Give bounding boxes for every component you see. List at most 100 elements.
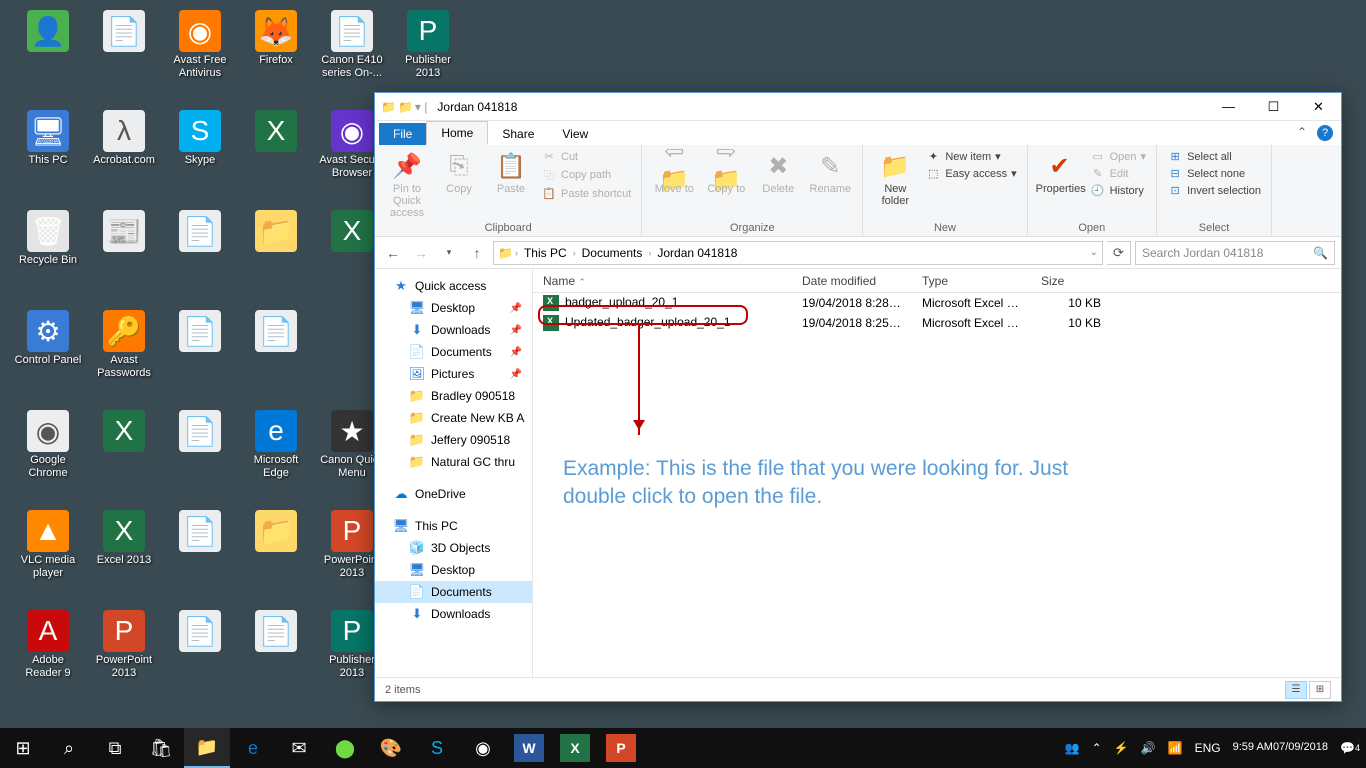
crumb-current[interactable]: Jordan 041818	[653, 246, 741, 260]
close-button[interactable]: ✕	[1296, 93, 1341, 121]
desktop-icon[interactable]: X	[90, 410, 158, 454]
nav-forward-button[interactable]: →	[409, 241, 433, 265]
nav-back-button[interactable]: ←	[381, 241, 405, 265]
desktop-icon[interactable]: XExcel 2013	[90, 510, 158, 567]
desktop-icon[interactable]: 📄	[242, 310, 310, 354]
delete-button[interactable]: ✖Delete	[754, 149, 802, 195]
clock[interactable]: 9:59 AM07/09/2018	[1227, 728, 1334, 768]
task-view-button[interactable]: ⧉	[92, 728, 138, 768]
desktop-icon[interactable]: ◉Google Chrome	[14, 410, 82, 479]
tree-item[interactable]: 📁Natural GC thru	[375, 451, 532, 473]
desktop-icon[interactable]: AAdobe Reader 9	[14, 610, 82, 679]
desktop-icon[interactable]: 📰	[90, 210, 158, 254]
tree-onedrive[interactable]: ☁OneDrive	[375, 483, 532, 505]
battery-icon[interactable]: ⚡	[1108, 728, 1135, 768]
tree-item[interactable]: ⬇Downloads	[375, 603, 532, 625]
crumb-documents[interactable]: Documents	[578, 246, 647, 260]
desktop-icon[interactable]: 📄	[90, 10, 158, 54]
crumb-thispc[interactable]: This PC	[520, 246, 571, 260]
people-icon[interactable]: 👥	[1059, 728, 1086, 768]
search-button[interactable]: ⌕	[46, 728, 92, 768]
desktop-icon[interactable]: 📄	[166, 210, 234, 254]
store-button[interactable]: 🛍	[138, 728, 184, 768]
desktop-icon[interactable]: ⚙Control Panel	[14, 310, 82, 367]
desktop-icon[interactable]: ▲VLC media player	[14, 510, 82, 579]
tree-item[interactable]: 📁Jeffery 090518	[375, 429, 532, 451]
mail-taskbar-button[interactable]: ✉	[276, 728, 322, 768]
col-type[interactable]: Type	[912, 274, 1031, 288]
desktop-icon[interactable]: 📄	[166, 610, 234, 654]
col-date[interactable]: Date modified	[792, 274, 912, 288]
excel-taskbar-button[interactable]: X	[560, 734, 590, 762]
desktop-icon[interactable]: ◉Avast Free Antivirus	[166, 10, 234, 79]
desktop-icon[interactable]: 📄	[166, 410, 234, 454]
paste-shortcut-button[interactable]: 📋Paste shortcut	[539, 186, 633, 201]
upwork-taskbar-button[interactable]: ⬤	[322, 728, 368, 768]
desktop-icon[interactable]: eMicrosoft Edge	[242, 410, 310, 479]
desktop-icon[interactable]: 🖥This PC	[14, 110, 82, 167]
desktop-icon[interactable]: 🗑Recycle Bin	[14, 210, 82, 267]
volume-icon[interactable]: 🔊	[1135, 728, 1162, 768]
wifi-icon[interactable]: 📶	[1162, 728, 1189, 768]
tray-chevron-icon[interactable]: ⌃	[1086, 728, 1108, 768]
desktop-icon[interactable]: 📁	[242, 510, 310, 554]
desktop-icon[interactable]: SSkype	[166, 110, 234, 167]
easy-access-button[interactable]: ⬚Easy access ▾	[923, 166, 1018, 181]
select-all-button[interactable]: ⊞Select all	[1165, 149, 1263, 164]
new-item-button[interactable]: ✦New item ▾	[923, 149, 1018, 164]
chrome-taskbar-button[interactable]: ◉	[460, 728, 506, 768]
tab-share[interactable]: Share	[488, 123, 548, 145]
desktop-icon[interactable]: PPublisher 2013	[394, 10, 462, 79]
collapse-ribbon-button[interactable]: ⌃	[1297, 125, 1307, 141]
tree-item[interactable]: 📁Bradley 090518	[375, 385, 532, 407]
pin-quick-access-button[interactable]: 📌Pin to Quick access	[383, 149, 431, 219]
desktop-icon[interactable]: 📄	[166, 510, 234, 554]
history-button[interactable]: 🕘History	[1088, 183, 1148, 198]
copy-to-button[interactable]: ⇨📁Copy to	[702, 149, 750, 195]
skype-taskbar-button[interactable]: S	[414, 728, 460, 768]
nav-up-button[interactable]: ↑	[465, 241, 489, 265]
tree-item[interactable]: 🖥Desktop📌	[375, 297, 532, 319]
desktop-icon[interactable]: 📄	[166, 310, 234, 354]
desktop-icon[interactable]: 🔑Avast Passwords	[90, 310, 158, 379]
word-taskbar-button[interactable]: W	[514, 734, 544, 762]
tree-item[interactable]: 🖥Desktop	[375, 559, 532, 581]
search-input[interactable]: Search Jordan 041818 🔍	[1135, 241, 1335, 265]
action-center-button[interactable]: 💬4	[1334, 728, 1366, 768]
view-details-button[interactable]: ☰	[1285, 681, 1307, 699]
maximize-button[interactable]: ☐	[1251, 93, 1296, 121]
titlebar[interactable]: 📁 📁 ▾ | Jordan 041818 — ☐ ✕	[375, 93, 1341, 121]
refresh-button[interactable]: ⟳	[1107, 241, 1131, 265]
powerpoint-taskbar-button[interactable]: P	[606, 734, 636, 762]
properties-button[interactable]: ✔Properties	[1036, 149, 1084, 195]
cut-button[interactable]: ✂Cut	[539, 149, 633, 164]
desktop-icon[interactable]: 👤	[14, 10, 82, 54]
col-size[interactable]: Size	[1031, 274, 1111, 288]
invert-selection-button[interactable]: ⊡Invert selection	[1165, 183, 1263, 198]
copy-button[interactable]: ⎘Copy	[435, 149, 483, 195]
file-row[interactable]: Updated_badger_upload_20_1 19/04/2018 8:…	[533, 313, 1341, 333]
view-large-button[interactable]: ⊞	[1309, 681, 1331, 699]
desktop-icon[interactable]: PPowerPoint 2013	[90, 610, 158, 679]
tab-home[interactable]: Home	[426, 121, 488, 145]
copy-path-button[interactable]: ⿻Copy path	[539, 166, 633, 184]
desktop-icon[interactable]: λAcrobat.com	[90, 110, 158, 167]
col-name[interactable]: Name ⌃	[533, 274, 792, 288]
paint-taskbar-button[interactable]: 🎨	[368, 728, 414, 768]
edge-taskbar-button[interactable]: e	[230, 728, 276, 768]
desktop-icon[interactable]: 📁	[242, 210, 310, 254]
tree-item[interactable]: 📄Documents📌	[375, 341, 532, 363]
file-row[interactable]: badger_upload_20_1 19/04/2018 8:28 AM Mi…	[533, 293, 1341, 313]
tree-thispc[interactable]: 🖥This PC	[375, 515, 532, 537]
new-folder-button[interactable]: 📁New folder	[871, 149, 919, 207]
select-none-button[interactable]: ⊟Select none	[1165, 166, 1263, 181]
paste-button[interactable]: 📋Paste	[487, 149, 535, 195]
desktop-icon[interactable]: X	[242, 110, 310, 154]
tree-item[interactable]: ⬇Downloads📌	[375, 319, 532, 341]
explorer-taskbar-button[interactable]: 📁	[184, 728, 230, 768]
address-bar[interactable]: 📁 › This PC› Documents› Jordan 041818 ⌄	[493, 241, 1103, 265]
language-indicator[interactable]: ENG	[1189, 728, 1227, 768]
start-button[interactable]: ⊞	[0, 728, 46, 768]
nav-recent-button[interactable]: ▾	[437, 241, 461, 265]
tree-item[interactable]: 📁Create New KB A	[375, 407, 532, 429]
